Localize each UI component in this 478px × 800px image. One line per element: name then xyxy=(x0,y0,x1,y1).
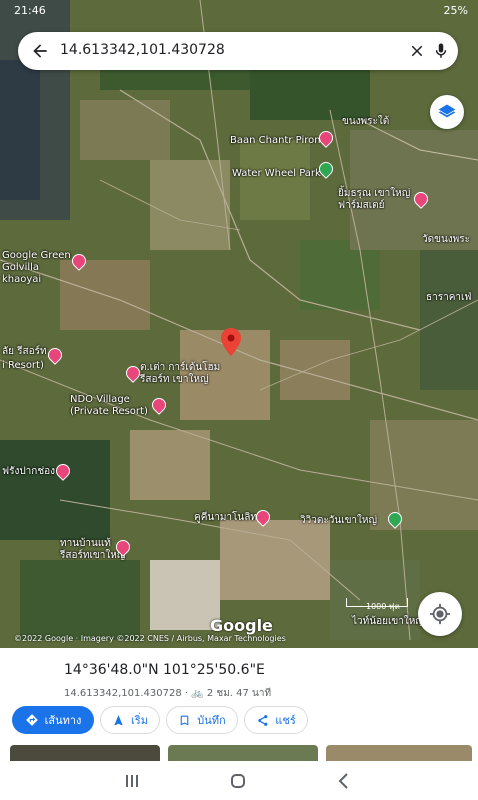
share-button[interactable]: แชร์ xyxy=(244,706,308,734)
recent-apps-icon[interactable] xyxy=(122,771,142,791)
share-icon xyxy=(258,714,268,726)
map-label: i Resort) xyxy=(2,360,44,371)
dropped-pin-icon[interactable] xyxy=(221,328,241,356)
bookmark-icon xyxy=(180,715,189,725)
map-label: ธาราคาเฟ่ xyxy=(426,292,472,303)
map-label[interactable]: ฟรังปากช่อง xyxy=(2,466,55,478)
map-label[interactable]: NDO Village (Private Resort) xyxy=(70,394,150,418)
directions-button[interactable]: เส้นทาง xyxy=(12,706,94,734)
map-label: ขนงพระใต้ xyxy=(342,116,390,127)
map-label[interactable]: คูคีนามาโนลิท xyxy=(194,512,257,524)
directions-label: เส้นทาง xyxy=(44,714,82,727)
share-label: แชร์ xyxy=(275,714,296,727)
save-button[interactable]: บันทึก xyxy=(166,706,238,734)
start-button[interactable]: เริ่ม xyxy=(100,706,160,734)
layers-icon xyxy=(438,104,456,118)
map-label: ไวท์น้อยเขาใหญ่ xyxy=(352,616,424,627)
status-bar: 21:46 25% xyxy=(0,0,478,22)
coordinates-details: 14.613342,101.430728 · 🚲 2 ชม. 47 นาที xyxy=(64,688,272,699)
save-label: บันทึก xyxy=(197,714,226,727)
system-nav-bar xyxy=(0,762,478,800)
directions-icon xyxy=(25,714,38,726)
crosshair-icon xyxy=(429,603,451,625)
map-label[interactable]: Water Wheel Park xyxy=(232,168,321,180)
photo-thumbnail[interactable] xyxy=(10,745,160,761)
map-label[interactable]: Google Green Golvilla khaoyai xyxy=(2,250,72,286)
microphone-icon[interactable] xyxy=(432,40,450,62)
back-icon[interactable] xyxy=(334,771,354,791)
map-label[interactable]: ต.เต่า การ์เด้นโฮม รีสอร์ท เขาใหญ่ xyxy=(140,362,240,386)
layers-button[interactable] xyxy=(430,95,464,129)
navigation-arrow-icon xyxy=(114,714,123,725)
photo-thumbnail[interactable] xyxy=(168,745,318,761)
status-battery: 25% xyxy=(443,4,468,17)
start-label: เริ่ม xyxy=(131,714,148,727)
photo-thumbnail[interactable] xyxy=(326,745,472,761)
map-label[interactable]: ลัย รีสอร์ท xyxy=(2,346,47,358)
map-label: วัดขนงพระ xyxy=(422,234,470,245)
my-location-button[interactable] xyxy=(418,592,462,636)
search-input[interactable]: 14.613342,101.430728 xyxy=(60,42,225,58)
home-icon[interactable] xyxy=(228,771,248,791)
satellite-map[interactable]: 21:46 25% 14.613342,101.430728 Baan Chan… xyxy=(0,0,478,648)
back-arrow-icon[interactable] xyxy=(30,41,50,61)
map-credits: ©2022 Google · Imagery ©2022 CNES / Airb… xyxy=(14,634,286,643)
status-time: 21:46 xyxy=(14,4,46,17)
map-label[interactable]: Baan Chantr Pirom xyxy=(230,135,324,147)
search-bar[interactable]: 14.613342,101.430728 xyxy=(18,32,458,70)
map-label[interactable]: วิวิวตะวันเขาใหญ่ xyxy=(300,515,377,527)
scale-label: 1000 ฟุต xyxy=(366,602,400,611)
google-logo: Google xyxy=(210,616,273,635)
coordinates-dms: 14°36'48.0"N 101°25'50.6"E xyxy=(64,662,265,678)
close-icon[interactable] xyxy=(408,42,426,60)
